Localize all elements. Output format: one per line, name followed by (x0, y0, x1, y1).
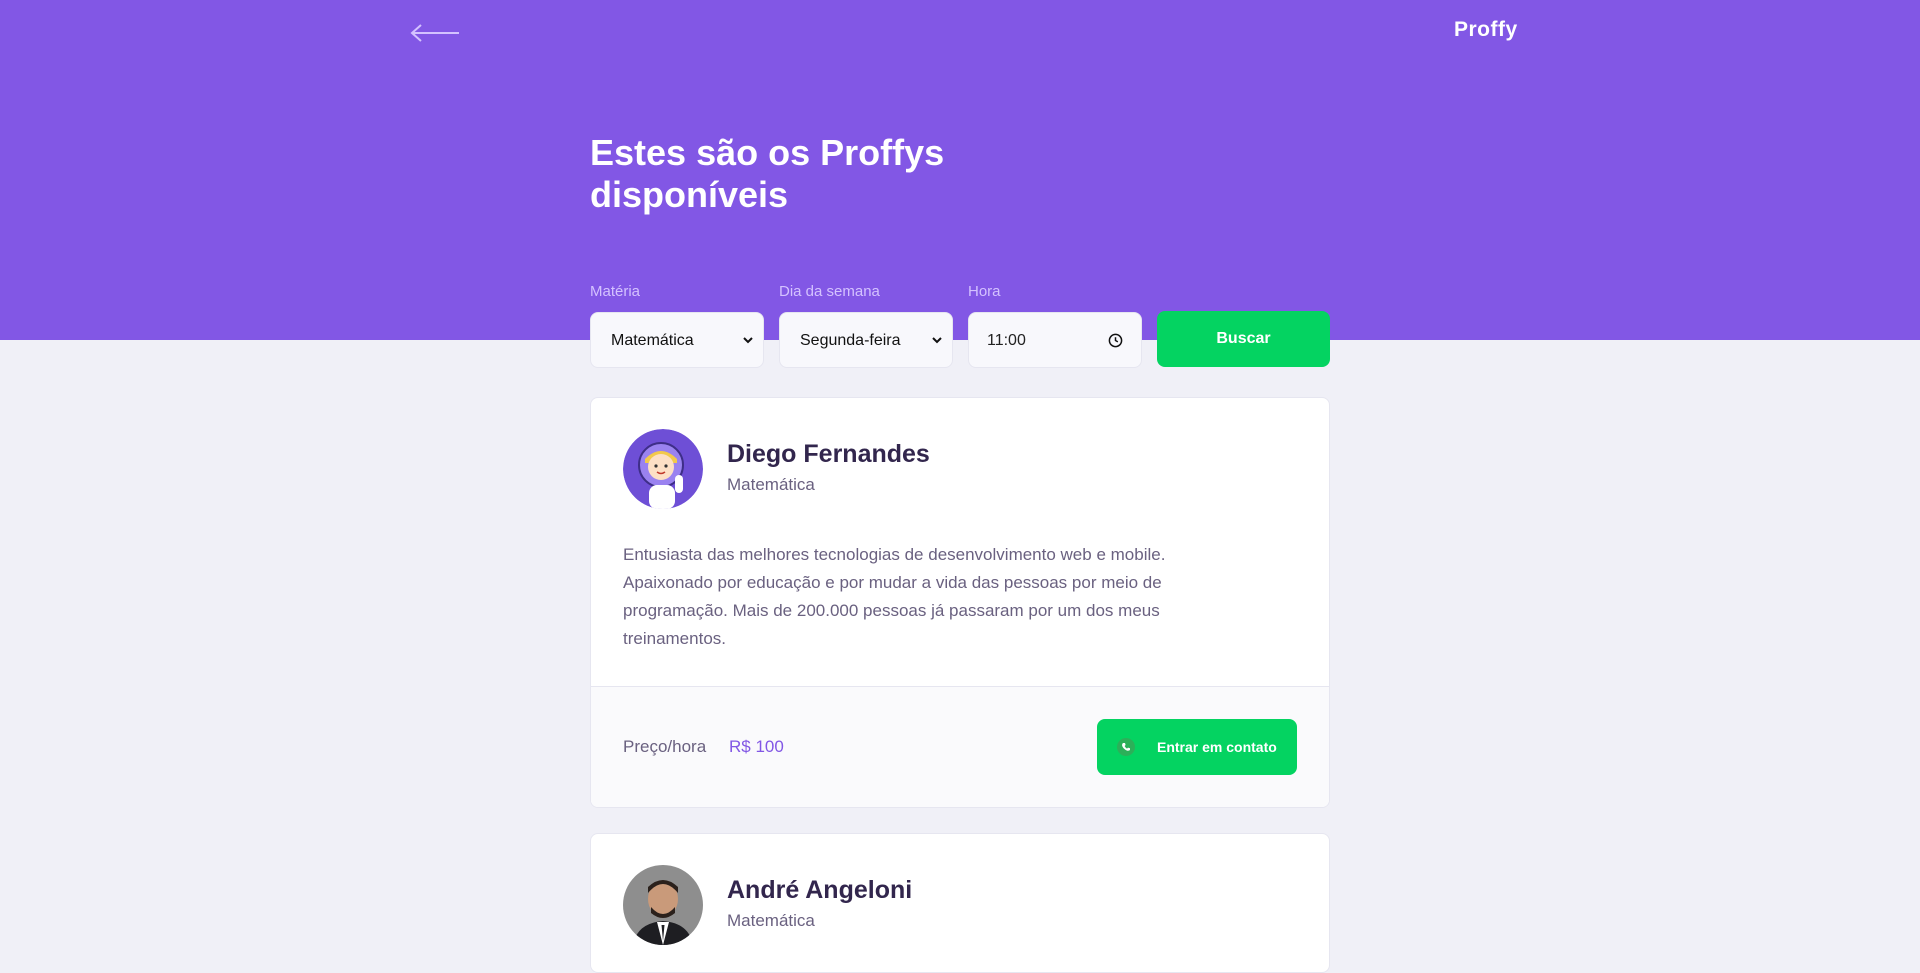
time-input[interactable]: 11:00 (968, 312, 1142, 368)
weekday-select-value: Segunda-feira (800, 332, 901, 349)
card-footer: Preço/hora R$ 100 Entrar em contato (591, 686, 1329, 807)
contact-button-label: Entrar em contato (1157, 739, 1277, 755)
contact-button[interactable]: Entrar em contato (1097, 719, 1297, 775)
teacher-card: André Angeloni Matemática (590, 833, 1330, 973)
avatar (623, 429, 703, 509)
price-label: Preço/hora (623, 737, 707, 756)
arrow-left-icon[interactable] (409, 22, 461, 44)
whatsapp-icon (1117, 738, 1135, 756)
teacher-name: André Angeloni (727, 876, 913, 904)
subject-select-value: Matemática (611, 332, 694, 349)
chevron-down-icon (932, 337, 942, 344)
weekday-select[interactable]: Segunda-feira (779, 312, 953, 368)
price-value: R$ 100 (729, 737, 784, 756)
astronaut-avatar-image (623, 429, 703, 509)
search-button-label: Buscar (1216, 330, 1271, 347)
chevron-down-icon (743, 337, 753, 344)
time-label: Hora (968, 283, 1001, 300)
weekday-label: Dia da semana (779, 283, 880, 300)
avatar (623, 865, 703, 945)
teacher-subject: Matemática (727, 911, 815, 930)
teacher-card: Diego Fernandes Matemática Entusiasta da… (590, 397, 1330, 808)
teacher-subject: Matemática (727, 475, 815, 494)
logo: Proffy (1454, 18, 1518, 41)
teacher-name: Diego Fernandes (727, 440, 930, 468)
page-title: Estes são os Proffys disponíveis (590, 132, 945, 215)
subject-select[interactable]: Matemática (590, 312, 764, 368)
subject-label: Matéria (590, 283, 641, 300)
search-button[interactable]: Buscar (1157, 311, 1330, 367)
time-input-value: 11:00 (987, 332, 1026, 349)
clock-icon[interactable] (1108, 333, 1123, 348)
page-header: Proffy Estes são os Proffys disponíveis … (0, 0, 1920, 340)
teacher-bio: Entusiasta das melhores tecnologias de d… (623, 545, 1166, 648)
teacher-photo-image (623, 865, 703, 945)
